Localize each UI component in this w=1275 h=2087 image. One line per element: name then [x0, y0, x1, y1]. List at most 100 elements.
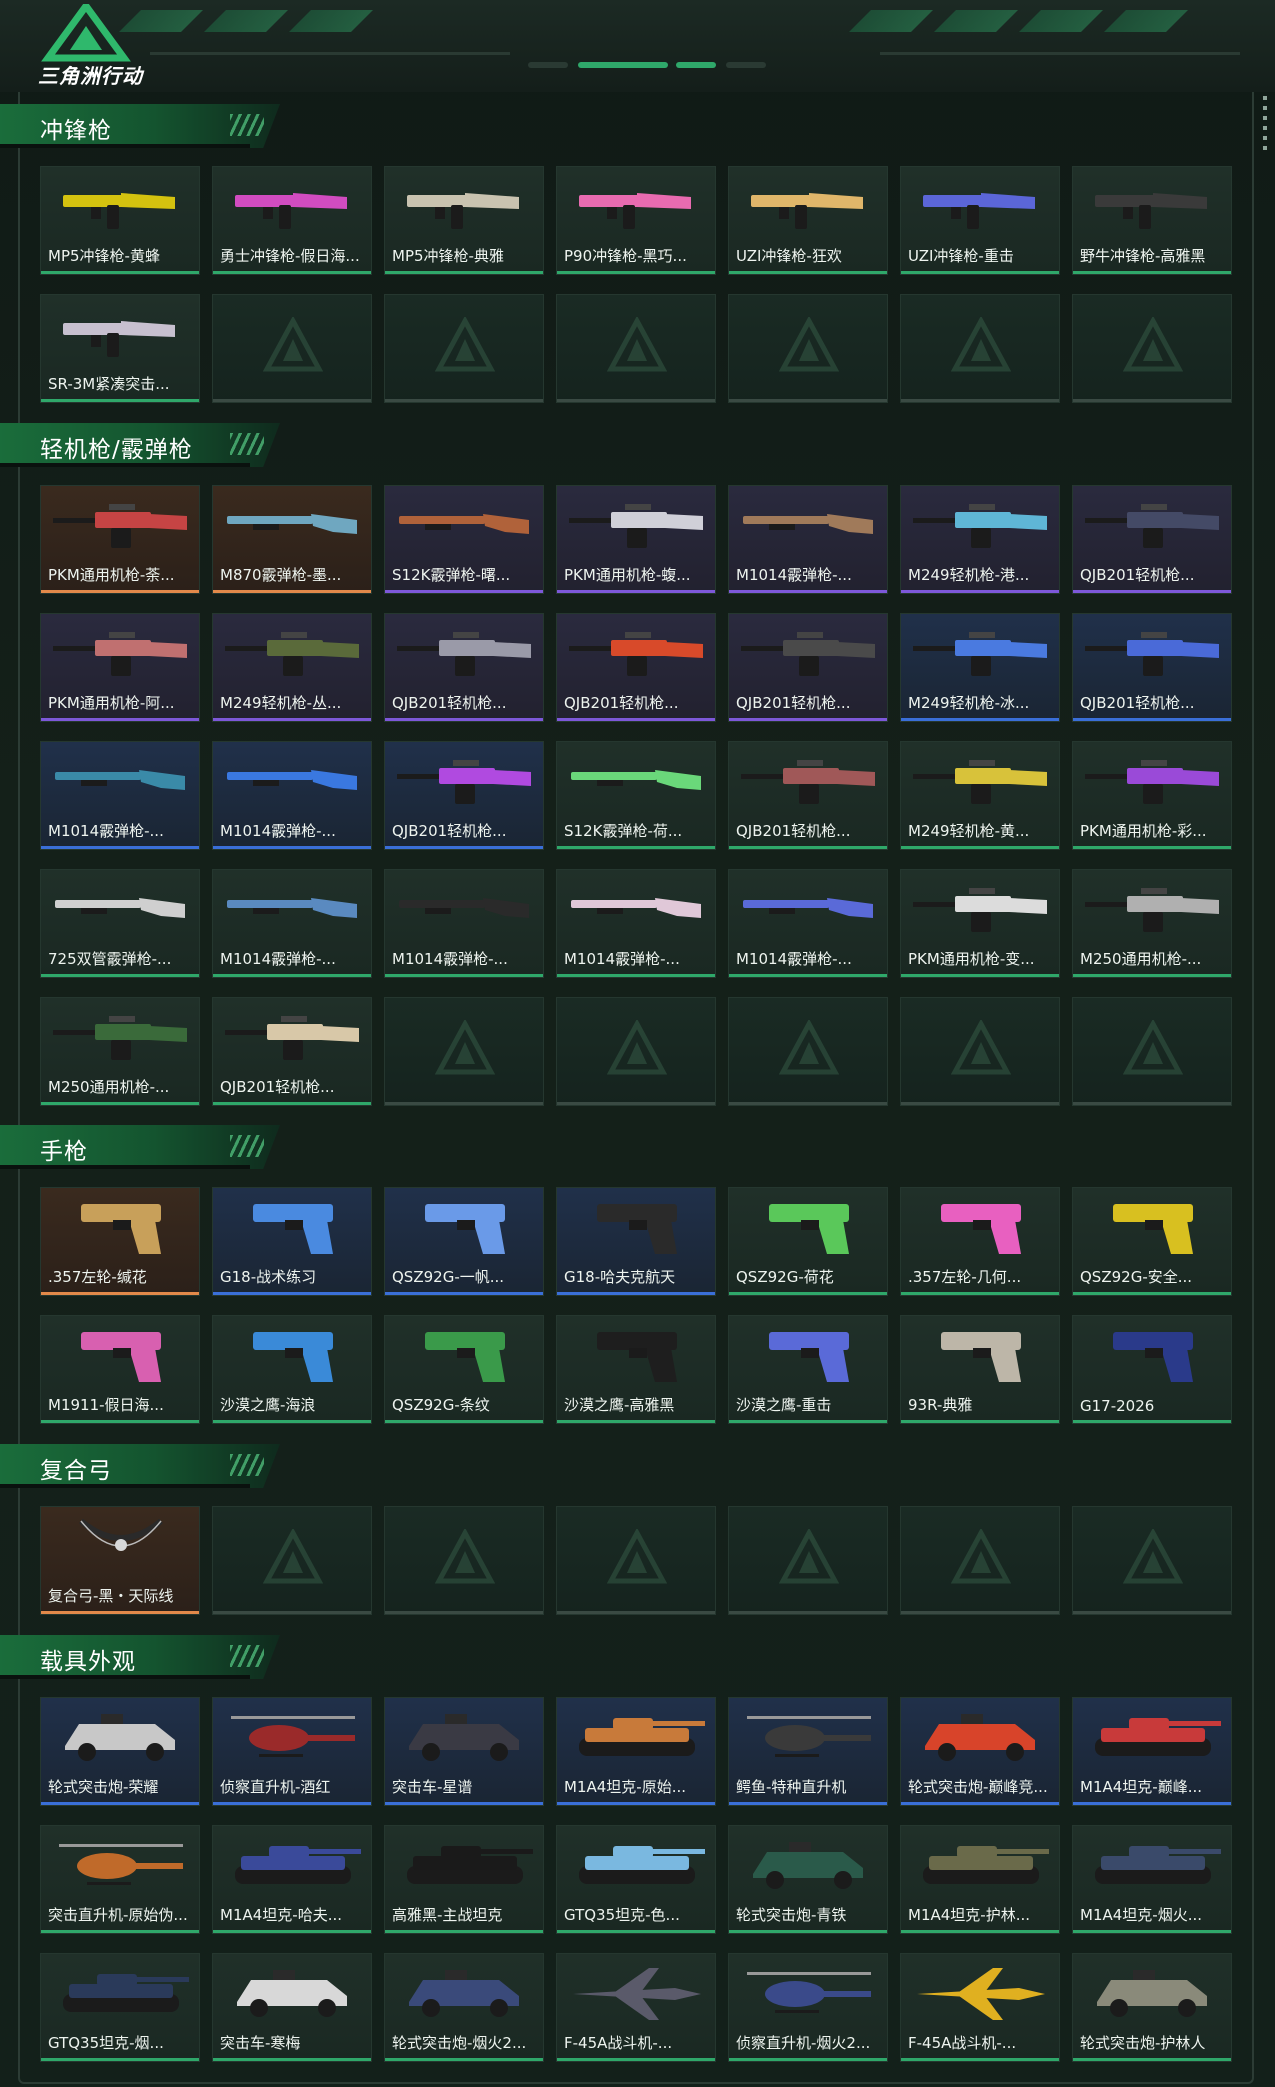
item-card[interactable]: 725双管霰弹枪-...	[40, 869, 200, 978]
rarity-bar	[385, 1292, 543, 1295]
item-card[interactable]: M1014霰弹枪-...	[384, 869, 544, 978]
item-card[interactable]: QJB201轻机枪...	[728, 613, 888, 722]
helicopter-icon	[747, 1716, 871, 1757]
item-card[interactable]: .357左轮-缄花	[40, 1187, 200, 1296]
item-card[interactable]: PKM通用机枪-彩...	[1072, 741, 1232, 850]
item-card[interactable]: GTQ35坦克-色...	[556, 1825, 716, 1934]
section-title: 轻机枪/霰弹枪	[40, 437, 193, 463]
section-header[interactable]: 手枪	[0, 1125, 280, 1169]
item-card[interactable]: 突击直升机-原始伪...	[40, 1825, 200, 1934]
item-card[interactable]: 复合弓-黑・天际线	[40, 1506, 200, 1615]
item-name: M1911-假日海...	[48, 1396, 164, 1414]
item-card[interactable]: PKM通用机枪-变...	[900, 869, 1060, 978]
item-card[interactable]: QSZ92G-一帆...	[384, 1187, 544, 1296]
item-card[interactable]: MP5冲锋枪-黄蜂	[40, 166, 200, 275]
item-card[interactable]: M1014霰弹枪-...	[40, 741, 200, 850]
item-card[interactable]: M870霰弹枪-墨...	[212, 485, 372, 594]
item-card[interactable]: F-45A战斗机-...	[556, 1953, 716, 2062]
item-card[interactable]: QJB201轻机枪...	[1072, 485, 1232, 594]
item-card[interactable]: 勇士冲锋枪-假日海...	[212, 166, 372, 275]
item-card[interactable]: .357左轮-几何...	[900, 1187, 1060, 1296]
section-header[interactable]: 冲锋枪	[0, 104, 280, 148]
item-card[interactable]: PKM通用机枪-荼...	[40, 485, 200, 594]
item-card[interactable]: QJB201轻机枪...	[212, 997, 372, 1106]
item-card[interactable]: 高雅黑-主战坦克	[384, 1825, 544, 1934]
item-card[interactable]: M1014霰弹枪-...	[728, 485, 888, 594]
item-card[interactable]: 沙漠之鹰-高雅黑	[556, 1315, 716, 1424]
section-header[interactable]: 载具外观	[0, 1635, 280, 1679]
item-card[interactable]: QSZ92G-条纹	[384, 1315, 544, 1424]
item-card[interactable]: QJB201轻机枪...	[384, 741, 544, 850]
item-name: .357左轮-缄花	[48, 1268, 147, 1286]
item-card[interactable]: M250通用机枪-...	[1072, 869, 1232, 978]
item-name: 轮式突击炮-青铁	[736, 1906, 847, 1924]
slot-bar	[729, 1102, 887, 1105]
item-card[interactable]: M1014霰弹枪-...	[212, 741, 372, 850]
helicopter-icon	[59, 1844, 183, 1885]
item-card[interactable]: 轮式突击炮-荣耀	[40, 1697, 200, 1806]
item-card[interactable]: M1014霰弹枪-...	[556, 869, 716, 978]
item-card[interactable]: QJB201轻机枪...	[384, 613, 544, 722]
item-card[interactable]: F-45A战斗机-...	[900, 1953, 1060, 2062]
item-card[interactable]: 侦察直升机-烟火2...	[728, 1953, 888, 2062]
item-card[interactable]: QSZ92G-安全...	[1072, 1187, 1232, 1296]
item-card[interactable]: M1014霰弹枪-...	[212, 869, 372, 978]
item-card[interactable]: M1911-假日海...	[40, 1315, 200, 1424]
item-card[interactable]: S12K霰弹枪-曙...	[384, 485, 544, 594]
item-card[interactable]: 鳄鱼-特种直升机	[728, 1697, 888, 1806]
section-header[interactable]: 复合弓	[0, 1444, 280, 1488]
item-name: M250通用机枪-...	[48, 1078, 170, 1096]
item-card[interactable]: M1014霰弹枪-...	[728, 869, 888, 978]
item-card[interactable]: MP5冲锋枪-典雅	[384, 166, 544, 275]
item-card[interactable]: M250通用机枪-...	[40, 997, 200, 1106]
item-card[interactable]: M1A4坦克-巅峰...	[1072, 1697, 1232, 1806]
item-card[interactable]: QJB201轻机枪...	[556, 613, 716, 722]
pistol-icon	[1113, 1204, 1193, 1254]
item-card[interactable]: 轮式突击炮-烟火2...	[384, 1953, 544, 2062]
item-card[interactable]: 93R-典雅	[900, 1315, 1060, 1424]
empty-slot	[384, 1506, 544, 1615]
tank-icon	[579, 1846, 705, 1884]
item-card[interactable]: UZI冲锋枪-狂欢	[728, 166, 888, 275]
item-card[interactable]: M1A4坦克-烟火...	[1072, 1825, 1232, 1934]
item-card[interactable]: M1A4坦克-原始...	[556, 1697, 716, 1806]
rarity-bar	[901, 1420, 1059, 1423]
item-card[interactable]: GTQ35坦克-烟...	[40, 1953, 200, 2062]
item-card[interactable]: 轮式突击炮-巅峰竞...	[900, 1697, 1060, 1806]
item-card[interactable]: P90冲锋枪-黑巧...	[556, 166, 716, 275]
header-divider-right	[880, 52, 1240, 55]
rarity-bar	[1073, 718, 1231, 721]
item-card[interactable]: M249轻机枪-港...	[900, 485, 1060, 594]
section-header[interactable]: 轻机枪/霰弹枪	[0, 423, 280, 467]
item-card[interactable]: M1A4坦克-哈夫...	[212, 1825, 372, 1934]
tank-icon	[63, 1974, 189, 2012]
item-card[interactable]: M249轻机枪-丛...	[212, 613, 372, 722]
item-card[interactable]: SR-3M紧凑突击...	[40, 294, 200, 403]
item-card[interactable]: 轮式突击炮-护林人	[1072, 1953, 1232, 2062]
item-card[interactable]: M1A4坦克-护林...	[900, 1825, 1060, 1934]
item-card[interactable]: 轮式突击炮-青铁	[728, 1825, 888, 1934]
item-card[interactable]: QJB201轻机枪...	[1072, 613, 1232, 722]
item-card[interactable]: S12K霰弹枪-荷...	[556, 741, 716, 850]
item-card[interactable]: 突击车-寒梅	[212, 1953, 372, 2062]
item-card[interactable]: 突击车-星谱	[384, 1697, 544, 1806]
empty-slot	[556, 294, 716, 403]
item-card[interactable]: 沙漠之鹰-海浪	[212, 1315, 372, 1424]
item-card[interactable]: G18-战术练习	[212, 1187, 372, 1296]
item-card[interactable]: G18-哈夫克航天	[556, 1187, 716, 1296]
item-card[interactable]: PKM通用机枪-蝮...	[556, 485, 716, 594]
item-card[interactable]: 野牛冲锋枪-高雅黑	[1072, 166, 1232, 275]
shotgun-icon	[743, 514, 873, 534]
scrollbar-handle[interactable]	[1263, 96, 1267, 152]
item-card[interactable]: 侦察直升机-酒红	[212, 1697, 372, 1806]
item-card[interactable]: PKM通用机枪-阿...	[40, 613, 200, 722]
item-card[interactable]: 沙漠之鹰-重击	[728, 1315, 888, 1424]
item-card[interactable]: QSZ92G-荷花	[728, 1187, 888, 1296]
item-card[interactable]: QJB201轻机枪...	[728, 741, 888, 850]
item-card[interactable]: UZI冲锋枪-重击	[900, 166, 1060, 275]
slot-bar	[729, 1611, 887, 1614]
pistol-icon	[769, 1204, 849, 1254]
item-card[interactable]: G17-2026	[1072, 1315, 1232, 1424]
item-card[interactable]: M249轻机枪-黄...	[900, 741, 1060, 850]
item-card[interactable]: M249轻机枪-冰...	[900, 613, 1060, 722]
